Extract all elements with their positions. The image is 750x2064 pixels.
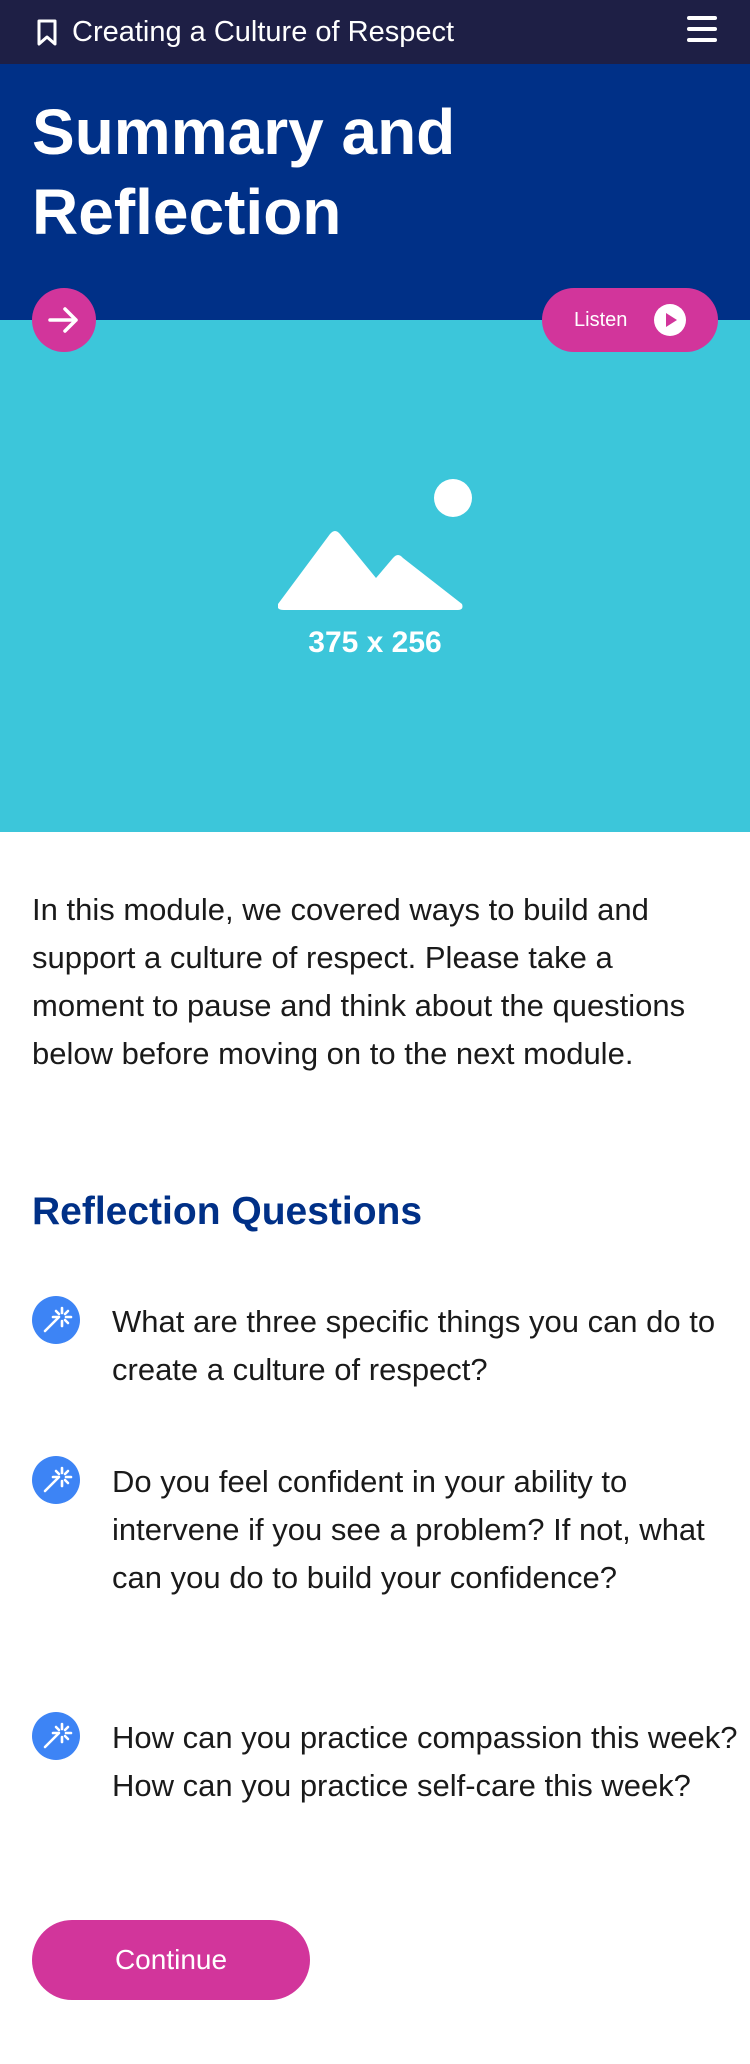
magic-wand-icon xyxy=(32,1712,80,1760)
question-text: Do you feel confident in your ability to… xyxy=(112,1464,705,1595)
image-placeholder-icon xyxy=(278,479,472,610)
continue-button[interactable]: Continue xyxy=(32,1920,310,2000)
module-title: Creating a Culture of Respect xyxy=(72,16,455,48)
listen-label: Listen xyxy=(574,309,628,331)
question-text: What are three specific things you can d… xyxy=(112,1304,716,1387)
intro-paragraph: In this module, we covered ways to build… xyxy=(32,892,686,1071)
magic-wand-icon xyxy=(32,1456,80,1504)
question-text: How can you practice compassion this wee… xyxy=(112,1720,738,1803)
play-icon xyxy=(654,304,686,336)
hero-header: Summary and Reflection xyxy=(0,64,750,320)
top-bar: Creating a Culture of Respect xyxy=(0,0,750,64)
reflection-title: Reflection Questions xyxy=(32,1190,423,1233)
page-title: Summary and Reflection xyxy=(32,96,456,248)
image-placeholder: 375 x 256 xyxy=(0,320,750,832)
listen-button[interactable]: Listen xyxy=(542,288,718,352)
hamburger-menu-icon[interactable] xyxy=(686,16,718,48)
arrow-right-icon xyxy=(48,307,78,333)
next-button[interactable] xyxy=(32,288,96,352)
image-size-label: 375 x 256 xyxy=(308,626,442,659)
bookmark-icon[interactable] xyxy=(36,19,58,47)
magic-wand-icon xyxy=(32,1296,80,1344)
